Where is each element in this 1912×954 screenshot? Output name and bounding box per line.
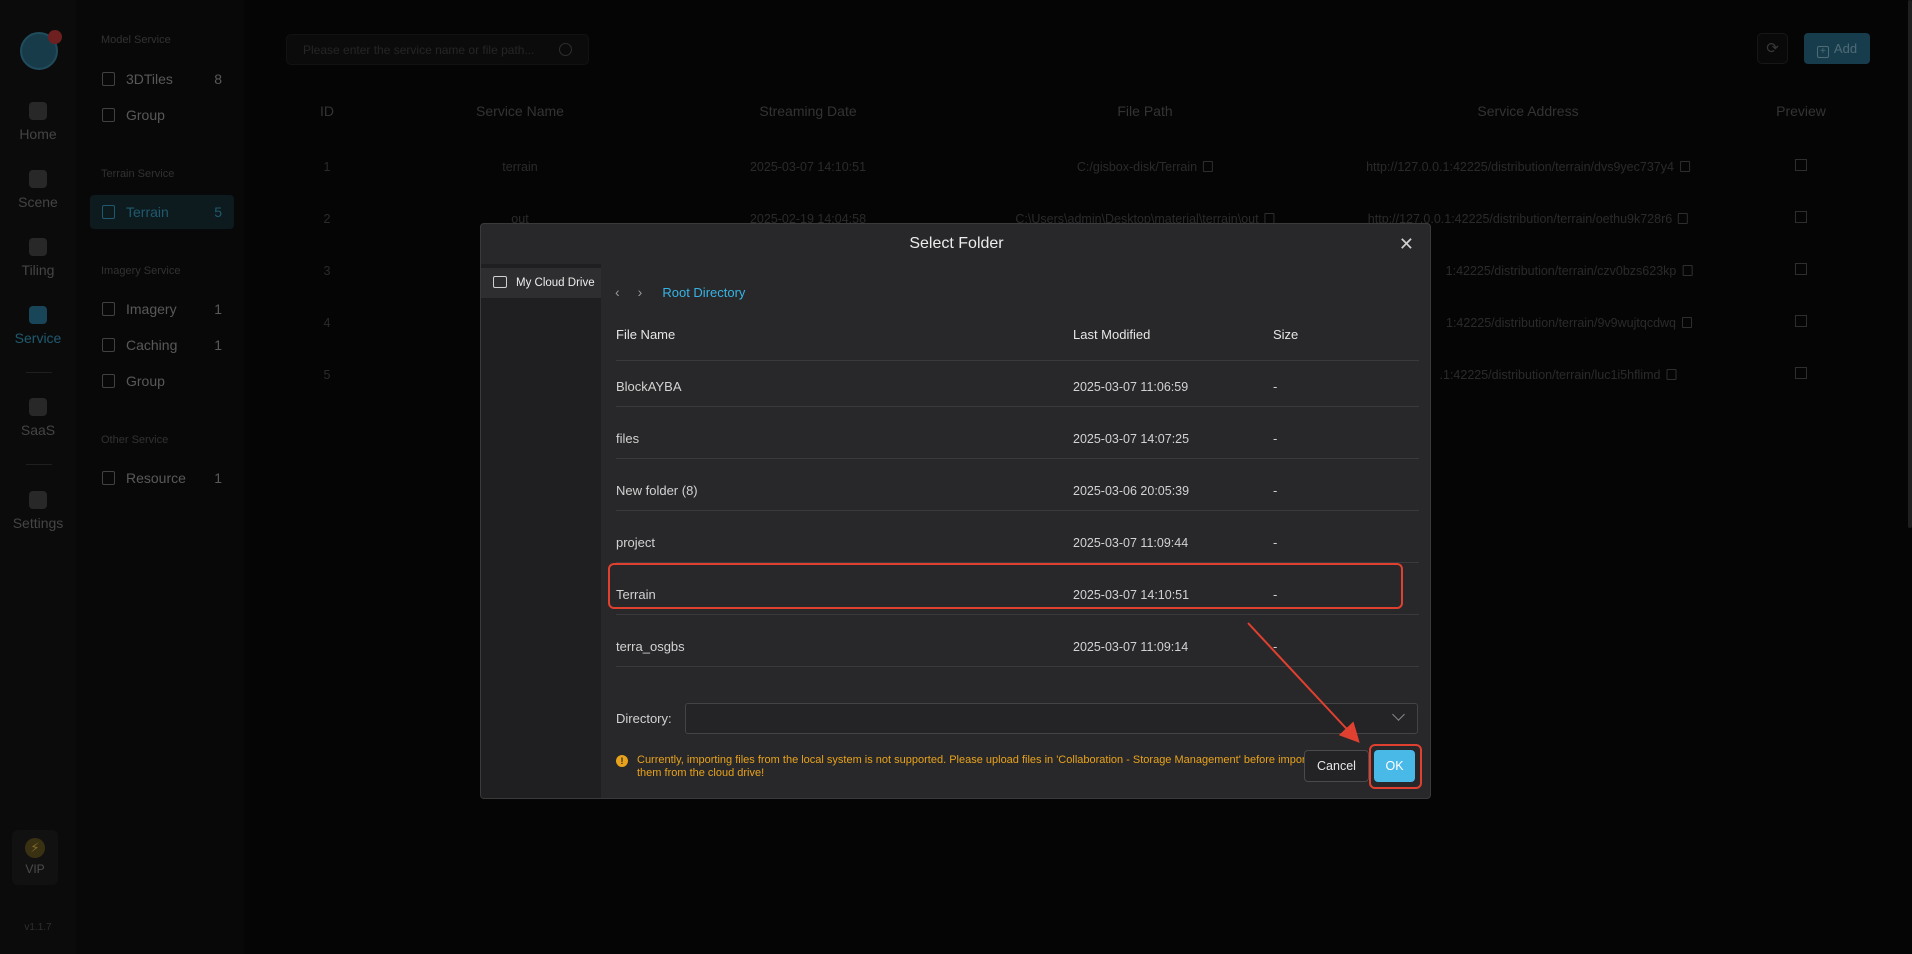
row-divider <box>616 614 1419 615</box>
warning-message: Currently, importing files from the loca… <box>637 754 1324 779</box>
forward-arrow-icon[interactable]: › <box>638 284 643 300</box>
ok-button-highlight <box>1369 744 1422 789</box>
close-icon[interactable]: ✕ <box>1399 234 1414 254</box>
directory-label: Directory: <box>616 711 672 726</box>
back-arrow-icon[interactable]: ‹ <box>615 284 620 300</box>
warning-icon: ! <box>616 755 628 767</box>
col-file-name: File Name <box>616 327 676 342</box>
cancel-button[interactable]: Cancel <box>1304 750 1369 782</box>
row-divider <box>616 458 1419 459</box>
breadcrumb: ‹ › Root Directory <box>615 284 745 300</box>
chevron-down-icon <box>1392 708 1405 721</box>
directory-select[interactable] <box>685 703 1418 734</box>
dialog-drive-sidebar: My Cloud Drive <box>481 264 601 798</box>
row-divider <box>616 510 1419 511</box>
row-divider <box>616 406 1419 407</box>
my-cloud-drive-item[interactable]: My Cloud Drive <box>481 268 601 298</box>
col-size: Size <box>1273 327 1299 342</box>
row-divider <box>616 666 1419 667</box>
dialog-title: Select Folder <box>909 235 1004 252</box>
cloud-drive-icon <box>493 276 507 288</box>
breadcrumb-root[interactable]: Root Directory <box>662 285 745 300</box>
select-folder-dialog: Select Folder ✕ My Cloud Drive ‹ › Root Di… <box>480 223 1431 799</box>
col-last-modified: Last Modified <box>1073 327 1151 342</box>
terrain-row-highlight <box>608 563 1403 609</box>
